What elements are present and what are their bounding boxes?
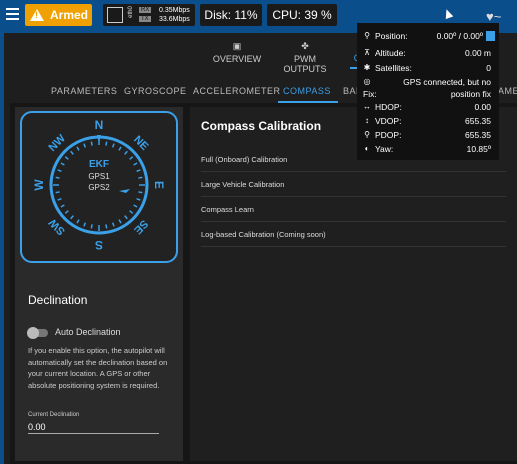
compass-widget: N NE E SE S SW W NW EKF GPS1 GPS2 (20, 111, 178, 263)
compass-dir-s: S (95, 238, 103, 252)
tx-label: TX (139, 16, 151, 22)
network-icon (107, 7, 123, 23)
tx-rate: 33.6Mbps (159, 16, 190, 23)
compass-label-ekf: EKF (89, 159, 109, 170)
gps-hdop-row: ↔ HDOP: 0.00 (363, 102, 491, 112)
auto-declination-toggle[interactable] (27, 327, 48, 339)
current-declination-label: Current Declination (28, 412, 80, 418)
compass-dir-e: E (152, 181, 166, 189)
toggle-knob (27, 327, 39, 339)
network-status[interactable]: eth0 RX TX 0.35Mbps 33.6Mbps (103, 4, 195, 26)
vertical-arrows-icon: ↕ (365, 116, 369, 125)
compass-label-gps2: GPS2 (88, 183, 110, 192)
copy-icon[interactable] (486, 31, 495, 41)
chip-icon: ▣ (232, 41, 242, 51)
compass-dir-n: N (95, 118, 104, 132)
gps-vdop-row: ↕ VDOP: 655.35 (365, 116, 491, 126)
gps-yaw-row: ◐ Yaw: 10.85º (364, 144, 491, 154)
calibration-title: Compass Calibration (201, 119, 322, 133)
cpu-status[interactable]: CPU: 39 % (267, 4, 337, 26)
tab-overview[interactable]: ▣ OVERVIEW (212, 41, 262, 64)
eth-label: eth0 (127, 6, 134, 18)
subtab-cameras[interactable]: AME (498, 86, 517, 96)
position-dilution-icon: ⚲ (364, 130, 370, 139)
compass-dial: NNEESESSWWNW EKF GPS1 GPS2 (32, 118, 166, 252)
location-pin-icon: ⚲ (364, 31, 370, 40)
menu-icon[interactable] (6, 8, 19, 20)
mouse-cursor (442, 7, 454, 20)
calibration-card: Compass Calibration Full (Onboard) Calib… (190, 107, 517, 461)
compass-learn[interactable]: Compass Learn (201, 197, 506, 222)
gps-fix-row: Fix: position fix (363, 89, 491, 99)
declination-help-text: If you enable this option, the autopilot… (28, 346, 168, 390)
tab-pwm-outputs[interactable]: ✤ PWM OUTPUTS (272, 41, 338, 74)
compass-dir-w: W (32, 179, 46, 191)
subtab-gyroscope[interactable]: GYROSCOPE (124, 86, 187, 96)
altitude-icon: ⊼ (364, 48, 370, 57)
warning-icon (30, 9, 44, 21)
rx-rate: 0.35Mbps (159, 7, 190, 14)
crosshair-icon: ◎ (363, 77, 371, 86)
auto-declination-label: Auto Declination (55, 327, 121, 337)
compass-label-gps1: GPS1 (88, 172, 110, 181)
gps-pdop-row: ⚲ PDOP: 655.35 (364, 130, 491, 140)
log-based-calibration[interactable]: Log-based Calibration (Coming soon) (201, 222, 506, 247)
rx-label: RX (139, 7, 152, 13)
heartbeat-icon[interactable]: ♥~ (486, 9, 501, 24)
declination-title: Declination (28, 293, 88, 307)
subtab-accelerometer[interactable]: ACCELEROMETER (193, 86, 281, 96)
satellite-icon: ✱ (363, 63, 371, 72)
compass-dir-se: SE (131, 217, 150, 236)
compass-card: N NE E SE S SW W NW EKF GPS1 GPS2 Declination A… (15, 107, 183, 461)
horizontal-arrows-icon: ↔ (363, 102, 371, 111)
subtab-compass[interactable]: COMPASS (283, 86, 331, 96)
current-declination-input[interactable] (28, 420, 159, 434)
large-vehicle-calibration[interactable]: Large Vehicle Calibration (201, 172, 506, 197)
subtab-parameters[interactable]: PARAMETERS (51, 86, 117, 96)
armed-status-button[interactable]: Armed (25, 4, 92, 26)
gps-position-row: ⚲ Position: 0.00º / 0.00º (363, 31, 495, 43)
disk-status[interactable]: Disk: 11% (200, 4, 262, 26)
gps-altitude-row: ⊼ Altitude: 0.00 m (364, 48, 491, 58)
armed-label: Armed (50, 8, 89, 22)
gps-satellites-row: ✱ Satellites: 0 (363, 63, 491, 73)
fan-icon: ✤ (301, 41, 309, 51)
gps-fix-status-row: ◎ GPS connected, but no (363, 77, 492, 87)
compass-needle-icon: ◐ (364, 144, 370, 153)
gps-tooltip: ⚲ Position: 0.00º / 0.00º ⊼ Altitude: 0.… (357, 23, 499, 160)
